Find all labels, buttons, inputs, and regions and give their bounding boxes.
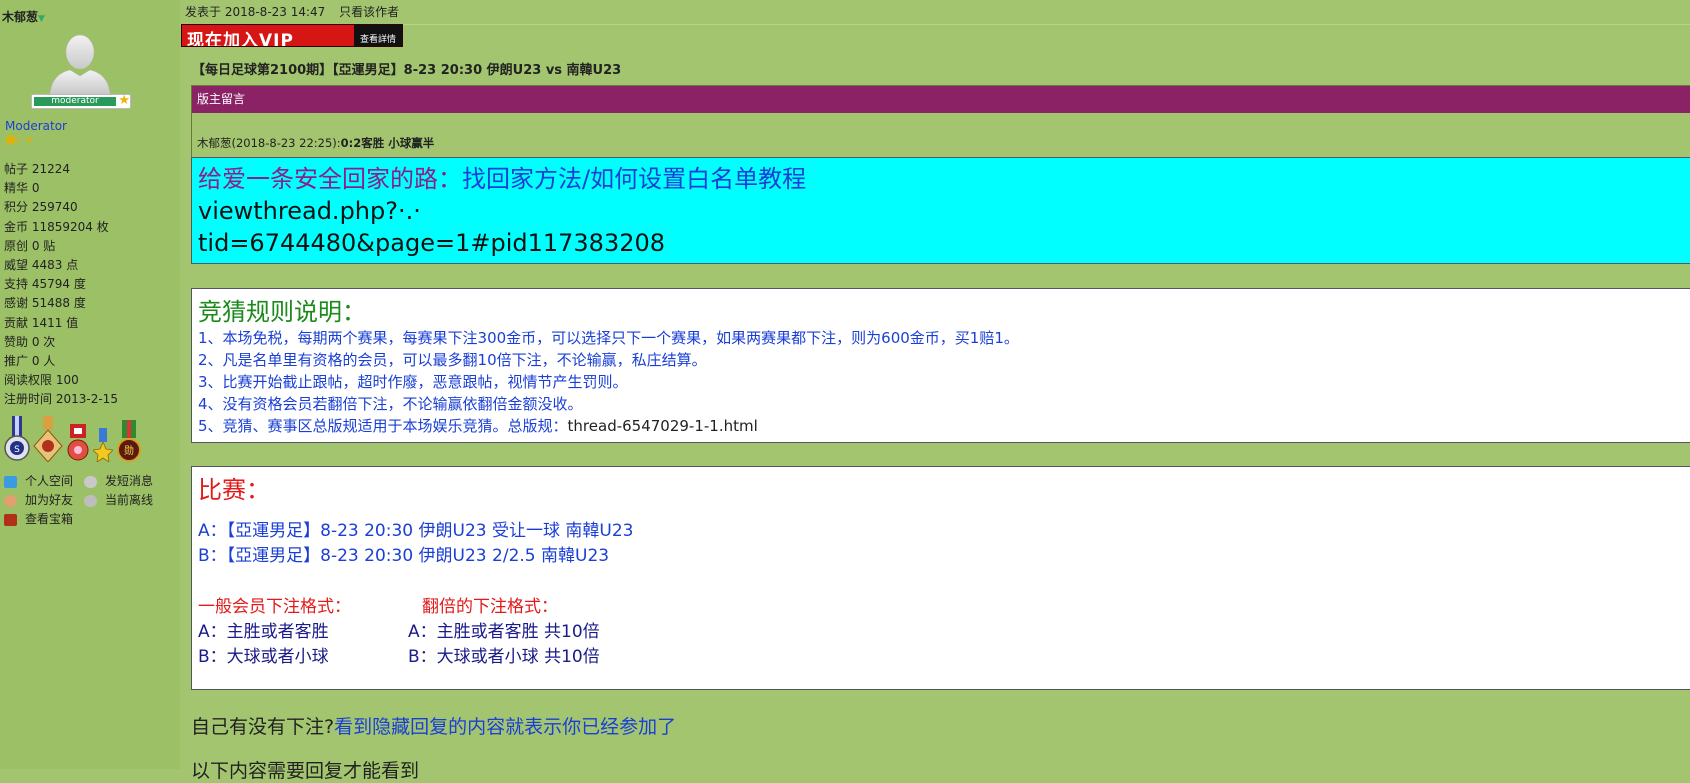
medal-icon[interactable] <box>33 416 63 462</box>
medal-icon[interactable] <box>93 428 113 462</box>
stat-row: 积分 259740 <box>4 200 78 215</box>
stat-row: 帖子 21224 <box>4 162 71 176</box>
stat-row: 注册时间 2013-2-15 <box>4 392 118 407</box>
star-icon: ✦ <box>24 134 33 147</box>
vip-detail-text: 查看詳情 <box>354 25 402 46</box>
svg-text:S: S <box>14 445 20 455</box>
moderator-notice-header: 版主留言 <box>192 86 1690 113</box>
hidden-reply-link[interactable]: 看到隐藏回复的内容就表示你已经参加了 <box>334 716 676 738</box>
online-status: 当前离线 <box>84 491 164 510</box>
user-stats: 帖子 21224 精华 0 积分 259740 金币 11859204 枚 原创… <box>4 160 118 409</box>
double-format-b: B：大球或者小球 共10倍 <box>408 647 600 667</box>
stat-row: 支持 45794 度 <box>4 277 86 292</box>
match-line-b: B：【亞運男足】8-23 20:30 伊朗U23 2/2.5 南韓U23 <box>198 546 610 566</box>
match-box: 比赛： A：【亞運男足】8-23 20:30 伊朗U23 受让一球 南韓U23 … <box>191 466 1690 690</box>
medal-list: S 勋 <box>4 416 142 462</box>
thread-url-line: viewthread.php?·.· <box>198 197 421 225</box>
rule-item: 3、比赛开始截止跟帖，超时作廢，恶意跟帖，视情节产生罚则。 <box>198 373 628 391</box>
stat-row: 贡献 1411 值 <box>4 315 79 330</box>
avatar[interactable] <box>48 30 112 94</box>
rule-item: 1、本场免税，每期两个赛果，每赛果下注300金币，可以选择只下一个赛果，如果两赛… <box>198 329 1019 347</box>
svg-text:勋: 勋 <box>124 444 134 457</box>
message-icon <box>84 475 97 488</box>
normal-format-b: B：大球或者小球 <box>198 647 329 667</box>
moderator-notice: 版主留言 木郁葱(2018-8-23 22:25):0:2客胜 小球赢半 <box>191 85 1690 159</box>
safe-home-box: 给爱一条安全回家的路：找回家方法/如何设置白名单教程 viewthread.ph… <box>191 157 1690 264</box>
vip-banner[interactable]: 现在加入VIP 查看詳情 <box>181 24 403 47</box>
moderator-notice-message: 木郁葱(2018-8-23 22:25):0:2客胜 小球赢半 <box>197 136 435 150</box>
home-icon <box>4 475 17 488</box>
moon-icon: ☾ <box>15 134 25 147</box>
rules-box: 竞猜规则说明： 1、本场免税，每期两个赛果，每赛果下注300金币，可以选择只下一… <box>191 288 1690 443</box>
user-offline-icon <box>84 494 97 507</box>
send-pm-link[interactable]: 发短消息 <box>84 472 164 491</box>
double-format-a: A：主胜或者客胜 共10倍 <box>408 622 600 642</box>
participation-question: 自己有没有下注?看到隐藏回复的内容就表示你已经参加了 <box>191 716 677 738</box>
treasure-box-link[interactable]: 查看宝箱 <box>4 510 84 529</box>
double-format-title: 翻倍的下注格式： <box>422 597 558 617</box>
post-meta: 发表于 2018-8-23 14:47 只看该作者 <box>185 3 399 20</box>
reply-to-view-notice: 以下内容需要回复才能看到 <box>191 760 420 782</box>
add-friend-link[interactable]: 加为好友 <box>4 491 84 510</box>
whitelist-tutorial-link[interactable]: 找回家方法/如何设置白名单教程 <box>462 165 806 193</box>
moderator-badge: moderator ★ <box>31 93 131 109</box>
rules-heading: 竞猜规则说明： <box>198 298 366 326</box>
stat-row: 推广 0 人 <box>4 353 56 368</box>
stat-row: 精华 0 <box>4 181 40 196</box>
only-author-link[interactable]: 只看该作者 <box>339 5 399 19</box>
safe-home-lead: 给爱一条安全回家的路： <box>198 165 462 193</box>
stat-row: 金币 11859204 枚 <box>4 219 109 234</box>
level-icons: ☻☾✦ <box>5 134 34 147</box>
personal-space-link[interactable]: 个人空间 <box>4 472 84 491</box>
match-heading: 比赛： <box>198 476 270 504</box>
rules-thread-link[interactable]: thread-6547029-1-1.html <box>568 417 758 435</box>
dropdown-arrow-icon[interactable]: ▼ <box>38 14 45 24</box>
author-actions: 个人空间 发短消息 加为好友 当前离线 查看宝箱 <box>4 472 164 529</box>
rule-item: 2、凡是名单里有资格的会员，可以最多翻10倍下注，不论输赢，私庄结算。 <box>198 351 707 369</box>
medal-icon[interactable]: S <box>4 416 30 462</box>
match-line-a: A：【亞運男足】8-23 20:30 伊朗U23 受让一球 南韓U23 <box>198 521 634 541</box>
normal-format-title: 一般会员下注格式： <box>198 597 351 617</box>
treasure-chest-icon <box>4 513 17 526</box>
thread-url-line: tid=6744480&page=1#pid117383208 <box>198 229 666 257</box>
post-date: 发表于 2018-8-23 14:47 <box>185 5 326 19</box>
medal-icon[interactable] <box>66 424 90 462</box>
star-icon: ★ <box>118 93 130 108</box>
rule-item: 4、没有资格会员若翻倍下注，不论输赢依翻倍金额没收。 <box>198 395 583 413</box>
user-group-link[interactable]: Moderator <box>5 119 67 133</box>
vip-banner-text: 现在加入VIP <box>187 31 294 47</box>
stat-row: 原创 0 贴 <box>4 238 56 253</box>
author-username[interactable]: 木郁葱▼ <box>2 8 45 25</box>
stat-row: 赞助 0 次 <box>4 334 56 349</box>
user-add-icon <box>4 494 17 507</box>
post-main: 发表于 2018-8-23 14:47 只看该作者 现在加入VIP 查看詳情 【… <box>180 0 1690 782</box>
stat-row: 威望 4483 点 <box>4 257 79 272</box>
stat-row: 阅读权限 100 <box>4 373 79 388</box>
stat-row: 感谢 51488 度 <box>4 296 86 311</box>
sun-icon: ☻ <box>5 134 17 147</box>
author-sidebar: 木郁葱▼ moderator ★ Moderator ☻☾✦ 帖子 21224 … <box>0 0 180 769</box>
normal-format-a: A：主胜或者客胜 <box>198 622 329 642</box>
rule-item: 5、竞猜、赛事区总版规适用于本场娱乐竞猜。总版规：thread-6547029-… <box>198 417 758 435</box>
post-title: 【每日足球第2100期】【亞運男足】8-23 20:30 伊朗U23 vs 南韓… <box>192 63 622 78</box>
medal-icon[interactable]: 勋 <box>116 420 142 462</box>
divider <box>180 24 1690 25</box>
